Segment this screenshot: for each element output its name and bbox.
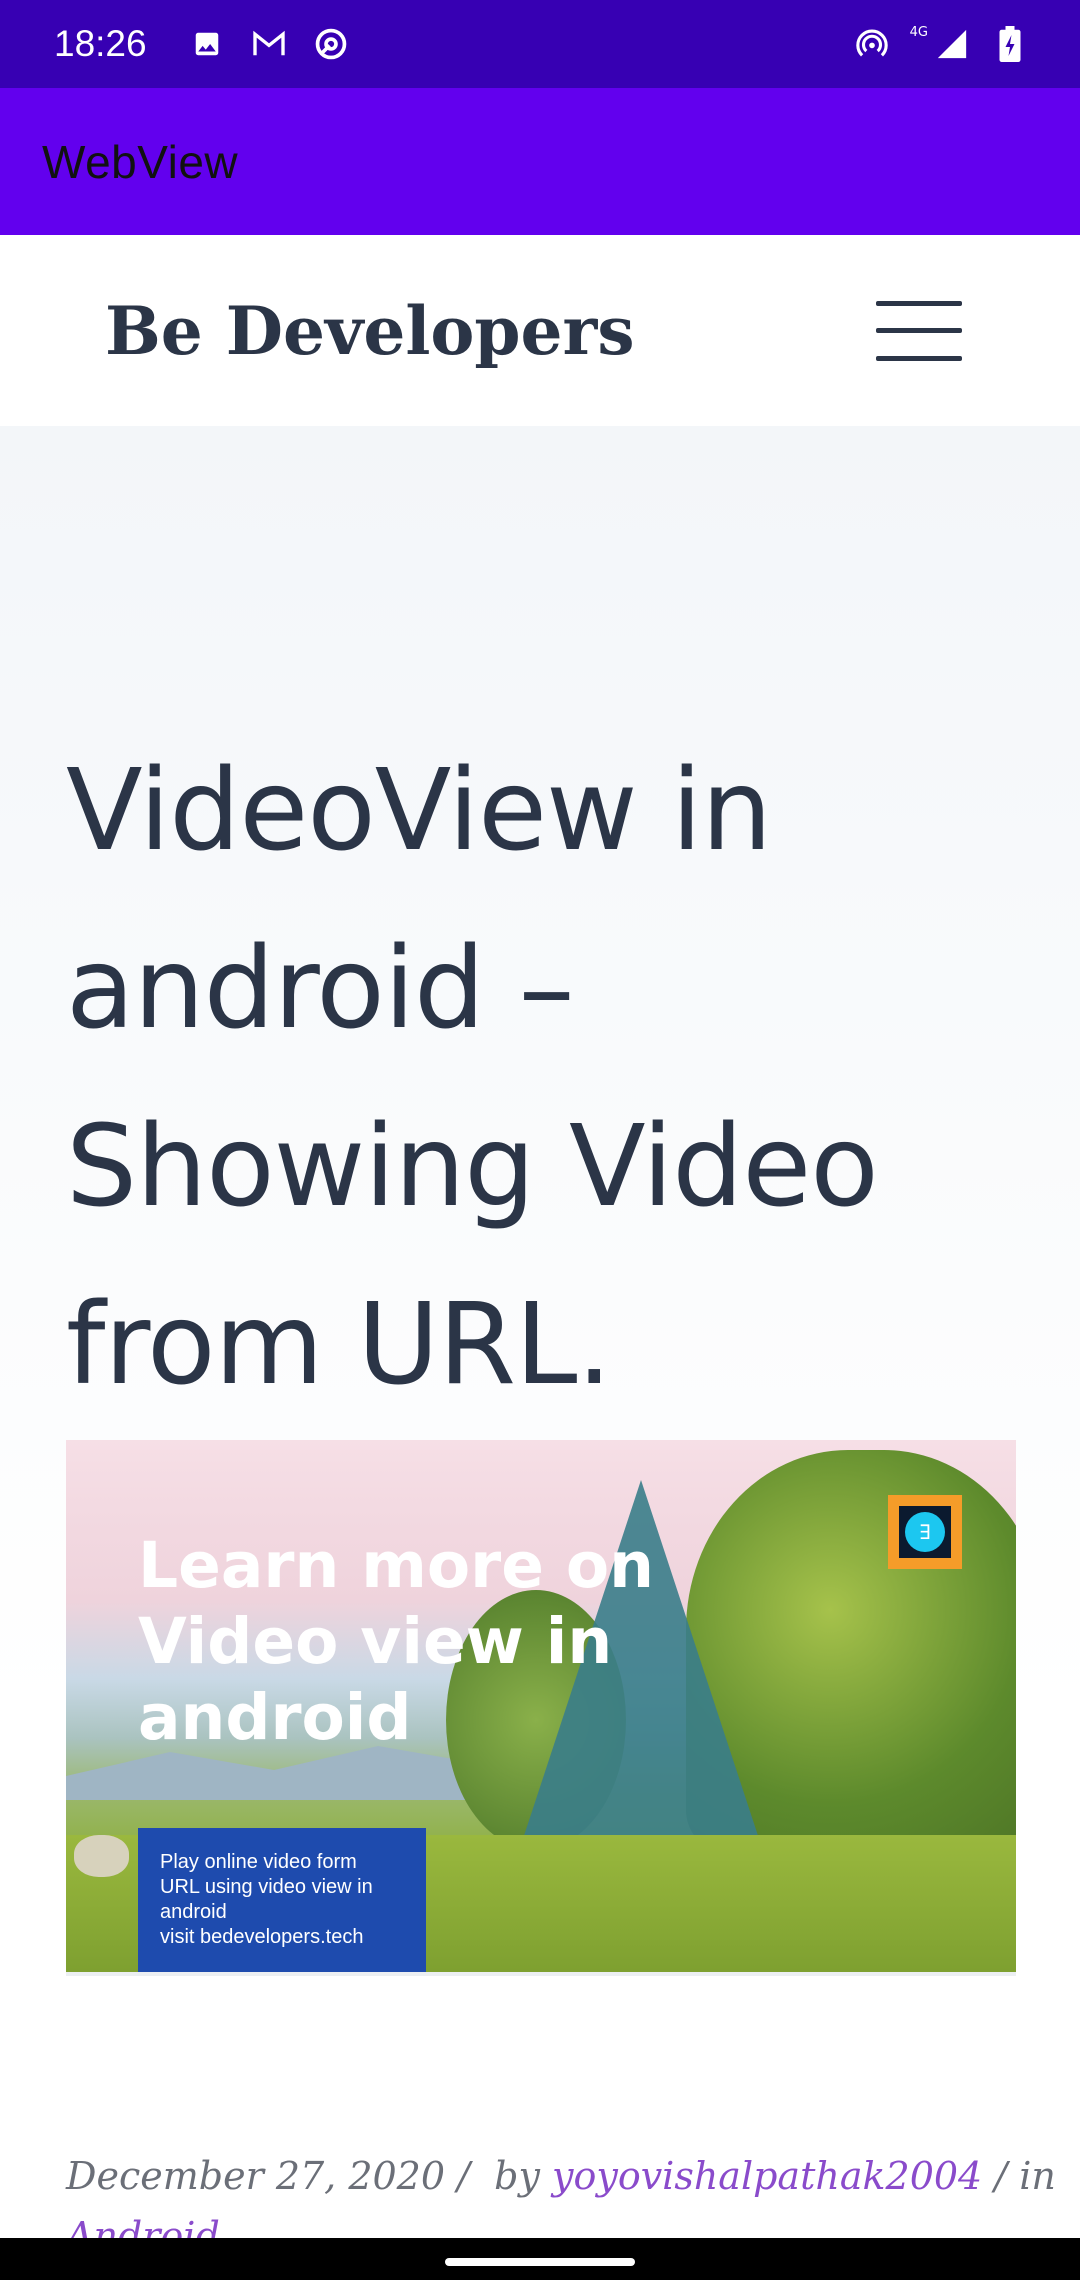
gmail-icon <box>249 24 289 64</box>
category-link[interactable]: Android <box>66 2206 1014 2238</box>
hamburger-menu-icon[interactable] <box>876 300 962 361</box>
post-meta: December 27, 2020 / by yoyovishalpathak2… <box>66 2146 1056 2238</box>
site-name[interactable]: Be Developers <box>105 292 634 370</box>
meta-separator: / <box>457 2154 470 2198</box>
featured-image[interactable]: Learn more on Video view in android Play… <box>66 1440 1016 1972</box>
at-sign-icon <box>311 24 351 64</box>
post-hero: VideoView in android – Showing Video fro… <box>0 426 1080 2238</box>
caption-line: visit bedevelopers.tech <box>160 1926 364 1948</box>
home-gesture-handle[interactable] <box>445 2258 635 2266</box>
featured-image-heading: Learn more on Video view in android <box>138 1529 655 1754</box>
logo-letter: ∃ <box>905 1512 945 1552</box>
site-logo-icon: ∃ <box>888 1495 962 1569</box>
meta-separator: / <box>994 2154 1008 2198</box>
by-label: by <box>494 2154 540 2198</box>
post-date: December 27, 2020 <box>66 2154 446 2198</box>
image-icon <box>187 24 227 64</box>
featured-image-caption: Play online video form URL using video v… <box>138 1828 426 1972</box>
menu-line <box>876 355 962 361</box>
divider <box>66 1972 1016 1976</box>
webview-content[interactable]: Be Developers VideoView in android – Sho… <box>0 235 1080 2238</box>
caption-line: Play online video form <box>160 1851 357 1873</box>
app-title: WebView <box>42 135 239 188</box>
caption-line: URL using video view in <box>160 1876 373 1898</box>
hotspot-icon <box>852 24 892 64</box>
system-icons: 4G <box>852 24 1030 64</box>
site-header: Be Developers <box>0 235 1080 426</box>
menu-line <box>876 328 962 333</box>
author-link[interactable]: yoyovishalpathak2004 <box>552 2154 982 2198</box>
caption-line: android <box>160 1901 227 1923</box>
app-bar: WebView <box>0 88 1080 235</box>
network-type: 4G <box>909 24 928 40</box>
battery-charging-icon <box>990 24 1030 64</box>
menu-line <box>876 300 962 306</box>
signal-icon <box>932 24 972 64</box>
status-time: 18:26 <box>54 23 147 64</box>
in-label: in <box>1019 2154 1056 2198</box>
navigation-bar <box>0 2238 1080 2280</box>
post-title: VideoView in android – Showing Video fro… <box>66 746 879 1410</box>
status-bar: 18:26 4G <box>0 0 1080 88</box>
notification-icons <box>187 24 351 64</box>
